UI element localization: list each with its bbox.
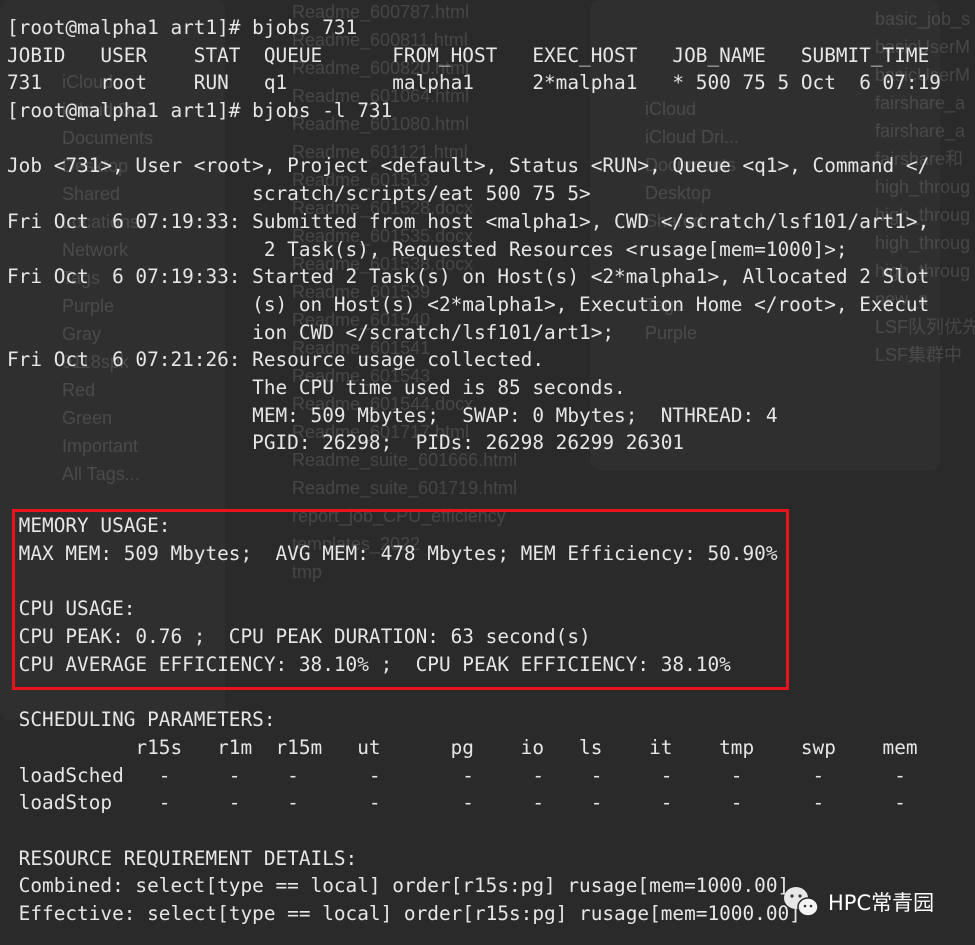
terminal-line: 2 Task(s), Requested Resources <rusage[m…: [7, 237, 848, 261]
terminal-line: Fri Oct 6 07:19:33: Started 2 Task(s) on…: [7, 265, 930, 289]
terminal-line: r15s r1m r15m ut pg io ls it tmp swp mem: [7, 735, 918, 759]
highlight-box: [12, 509, 789, 690]
terminal-line: Fri Oct 6 07:19:33: Submitted from host …: [7, 209, 930, 233]
watermark: HPC常青园: [782, 884, 934, 920]
terminal-line: Job <731>, User <root>, Project <default…: [7, 154, 930, 178]
watermark-text: HPC常青园: [828, 891, 935, 915]
terminal-line: loadStop - - - - - - - - - - -: [7, 791, 906, 815]
terminal-line: MEM: 509 Mbytes; SWAP: 0 Mbytes; NTHREAD…: [7, 403, 778, 427]
terminal-line: (s) on Host(s) <2*malpha1>, Execution Ho…: [7, 292, 930, 316]
terminal-line: JOBID USER STAT QUEUE FROM_HOST EXEC_HOS…: [7, 43, 930, 67]
terminal-line: PGID: 26298; PIDs: 26298 26299 26301: [7, 431, 685, 455]
terminal-line: 731 root RUN q1 malpha1 2*malpha1 * 500 …: [7, 71, 941, 95]
terminal-line: loadSched - - - - - - - - - - -: [7, 763, 906, 787]
terminal-line: [root@malpha1 art1]# bjobs -l 731: [7, 99, 393, 123]
terminal-line: [root@malpha1 art1]# bjobs 731: [7, 16, 358, 39]
terminal-line: The CPU time used is 85 seconds.: [7, 375, 626, 399]
wechat-icon: [784, 887, 819, 917]
terminal-line: SCHEDULING PARAMETERS:: [7, 708, 276, 732]
terminal-line: RESOURCE REQUIREMENT DETAILS:: [7, 846, 358, 870]
terminal-output[interactable]: [root@malpha1 art1]# bjobs 731 JOBID USER…: [7, 14, 941, 928]
terminal-line: scratch/scripts/eat 500 75 5>: [7, 182, 591, 206]
terminal-line: Fri Oct 6 07:21:26: Resource usage colle…: [7, 348, 545, 372]
terminal-line: ion CWD </scratch/lsf101/art1>;: [7, 320, 615, 344]
